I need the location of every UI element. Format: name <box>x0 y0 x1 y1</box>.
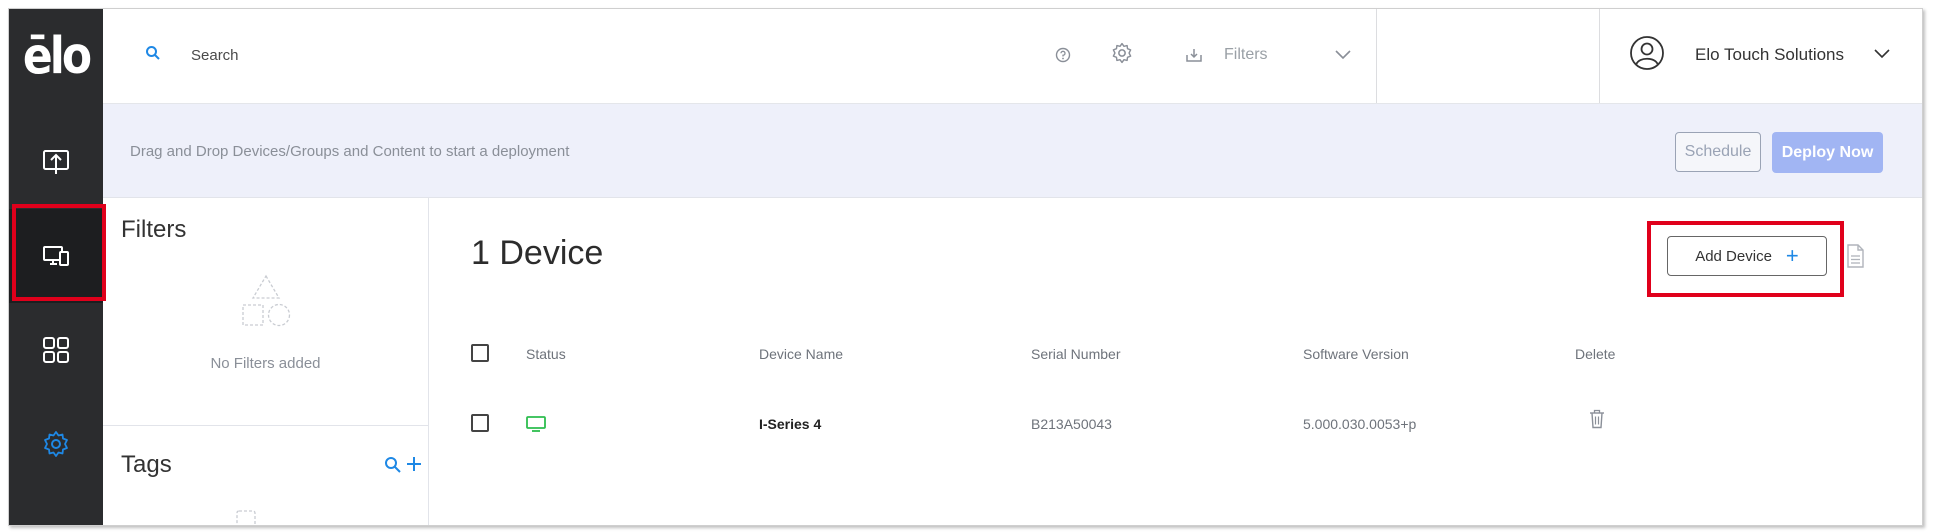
gear-icon <box>44 431 68 457</box>
serial-number-cell: B213A50043 <box>1031 416 1112 432</box>
column-header-device-name[interactable]: Device Name <box>759 346 843 362</box>
help-icon[interactable] <box>1055 47 1071 63</box>
schedule-button[interactable]: Schedule <box>1675 132 1761 172</box>
sidebar-item-settings[interactable] <box>9 397 103 491</box>
column-header-serial-number[interactable]: Serial Number <box>1031 346 1120 362</box>
software-version-cell: 5.000.030.0053+p <box>1303 416 1417 432</box>
upload-screen-icon <box>43 150 69 174</box>
column-header-delete: Delete <box>1575 346 1616 362</box>
trash-icon[interactable] <box>1589 409 1605 429</box>
no-filters-text: No Filters added <box>210 355 321 372</box>
top-bar: Search Filters Elo Touch Solutions <box>103 9 1922 104</box>
column-header-software-version[interactable]: Software Version <box>1303 346 1409 362</box>
user-name[interactable]: Elo Touch Solutions <box>1695 45 1844 65</box>
tags-title: Tags <box>121 451 172 478</box>
search-input[interactable]: Search <box>191 47 239 64</box>
highlight-devices-nav <box>12 204 106 301</box>
column-header-status[interactable]: Status <box>526 346 566 362</box>
row-checkbox[interactable] <box>471 414 489 432</box>
app-window: ēlo Search Filters Elo Touch Solutions D… <box>8 8 1923 526</box>
device-name-cell[interactable]: I-Series 4 <box>759 416 821 432</box>
chevron-down-icon[interactable] <box>1335 50 1351 60</box>
divider <box>103 425 428 426</box>
grid-icon <box>43 337 69 363</box>
export-document-icon[interactable] <box>1845 244 1865 268</box>
select-all-checkbox[interactable] <box>471 344 489 362</box>
elo-logo: ēlo <box>22 27 92 86</box>
shapes-placeholder-icon <box>242 274 291 327</box>
search-icon[interactable] <box>145 45 161 61</box>
settings-gear-icon[interactable] <box>1111 42 1133 64</box>
sidebar-item-deploy[interactable] <box>9 115 103 209</box>
highlight-add-device <box>1647 221 1844 297</box>
filters-title: Filters <box>121 216 187 243</box>
device-count-title: 1 Device <box>471 234 604 272</box>
sidebar-item-apps[interactable] <box>9 303 103 397</box>
user-menu-chevron-icon[interactable] <box>1874 49 1890 59</box>
filters-tags-panel: Filters No Filters added Tags <box>103 198 429 525</box>
tag-placeholder-icon <box>236 510 256 525</box>
filters-dropdown[interactable]: Filters <box>1224 46 1268 64</box>
divider <box>1376 9 1377 103</box>
divider <box>1599 9 1600 103</box>
deployment-instructions: Drag and Drop Devices/Groups and Content… <box>130 143 570 160</box>
deployment-bar: Drag and Drop Devices/Groups and Content… <box>103 104 1922 198</box>
online-monitor-icon <box>526 416 546 432</box>
user-avatar-icon[interactable] <box>1629 35 1665 71</box>
download-icon[interactable] <box>1185 46 1203 64</box>
add-tag-icon[interactable] <box>405 455 423 473</box>
deploy-now-button[interactable]: Deploy Now <box>1772 132 1883 173</box>
tag-search-icon[interactable] <box>384 456 402 474</box>
